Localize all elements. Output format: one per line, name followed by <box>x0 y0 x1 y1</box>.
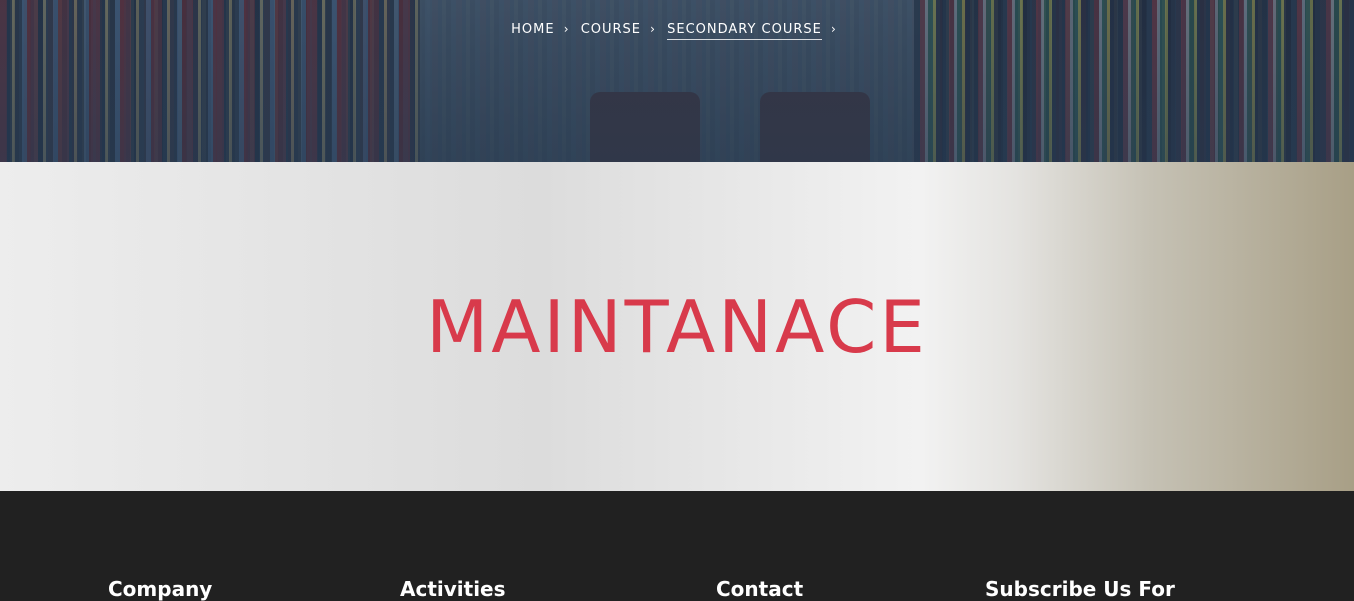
footer-heading-company: Company <box>108 577 213 601</box>
chevron-right-icon: › <box>563 22 570 36</box>
breadcrumb: HOME › COURSE › SECONDARY COURSE › <box>0 22 1354 40</box>
breadcrumb-course-link[interactable]: COURSE <box>581 22 641 37</box>
footer-heading-activities: Activities <box>400 577 506 601</box>
chevron-right-icon: › <box>650 22 656 36</box>
footer-heading-contact: Contact <box>716 577 804 601</box>
footer: Company Activities Contact Subscribe Us … <box>0 491 1354 601</box>
breadcrumb-home-link[interactable]: HOME <box>511 22 554 37</box>
page-title: MAINTANACE <box>426 284 928 369</box>
page-title-band: MAINTANACE <box>0 162 1354 491</box>
hero-banner: HOME › COURSE › SECONDARY COURSE › <box>0 0 1354 162</box>
breadcrumb-secondary-course-link[interactable]: SECONDARY COURSE <box>667 22 822 40</box>
chevron-right-icon: › <box>831 22 837 36</box>
footer-heading-subscribe: Subscribe Us For <box>985 577 1175 601</box>
